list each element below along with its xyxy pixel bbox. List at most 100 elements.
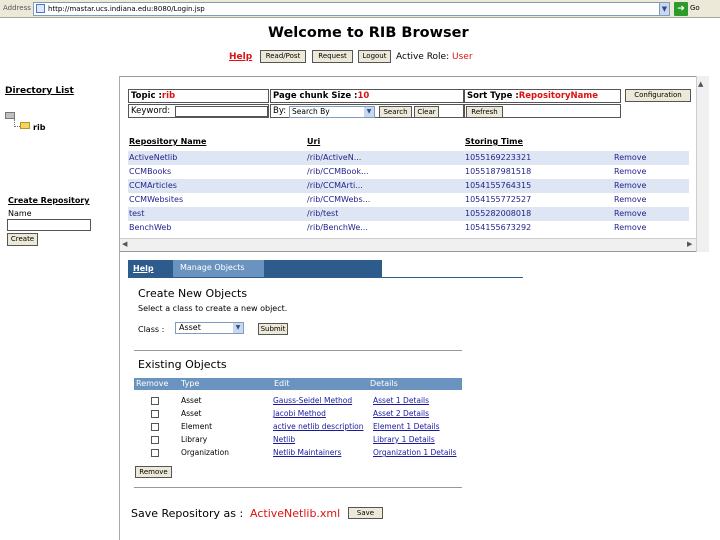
object-type: Asset	[181, 396, 202, 405]
configuration-button[interactable]: Configuration	[625, 89, 691, 102]
create-repository-title: Create Repository	[8, 196, 90, 205]
scroll-right-icon[interactable]: ▶	[687, 240, 692, 248]
object-row: Asset Gauss-Seidel Method Asset 1 Detail…	[134, 395, 462, 408]
chunk-size-cell: Page chunk Size :10	[270, 89, 464, 103]
header-details: Details	[370, 379, 398, 388]
header-storing-time[interactable]: Storing Time	[465, 137, 523, 150]
header-remove: Remove	[136, 379, 169, 388]
tab-help[interactable]: Help	[133, 264, 154, 273]
storing-time-cell: 1055187981518	[465, 167, 532, 176]
uri-cell: /rib/ActiveN...	[307, 153, 362, 162]
edit-link[interactable]: active netlib description	[273, 422, 364, 431]
keyword-input[interactable]	[175, 106, 268, 117]
topic-label: Topic :	[131, 91, 162, 101]
repository-name-link[interactable]: test	[129, 207, 144, 220]
page-title: Welcome to RIB Browser	[268, 25, 469, 41]
create-button[interactable]: Create	[7, 233, 38, 246]
pane-divider	[119, 76, 120, 540]
remove-checkbox[interactable]	[151, 423, 159, 431]
table-row: CCMWebsites /rib/CCMWebs... 105415577252…	[128, 193, 689, 207]
vertical-scrollbar[interactable]	[696, 76, 709, 252]
details-link[interactable]: Library 1 Details	[373, 435, 435, 444]
object-row: Asset Jacobi Method Asset 2 Details	[134, 408, 462, 421]
details-link[interactable]: Asset 1 Details	[373, 396, 429, 405]
save-button[interactable]: Save	[348, 507, 383, 519]
repository-name-input[interactable]	[7, 219, 91, 231]
storing-time-cell: 1054155764315	[465, 181, 532, 190]
remove-button[interactable]: Remove	[135, 466, 172, 478]
storing-time-cell: 1055282008018	[465, 209, 532, 218]
details-link[interactable]: Asset 2 Details	[373, 409, 429, 418]
keyword-label: Keyword:	[131, 106, 171, 116]
repository-name-link[interactable]: CCMArticles	[129, 179, 177, 192]
table-row: BenchWeb /rib/BenchWe... 1054155673292 R…	[128, 221, 689, 235]
details-link[interactable]: Organization 1 Details	[373, 448, 457, 457]
tab-manage-objects[interactable]: Manage Objects	[173, 260, 264, 277]
header-repository-name[interactable]: Repository Name	[129, 137, 206, 150]
repository-name-link[interactable]: BenchWeb	[129, 221, 171, 234]
help-link[interactable]: Help	[229, 52, 252, 62]
chevron-down-icon[interactable]: ▼	[364, 107, 374, 117]
table-row: test /rib/test 1055282008018 Remove	[128, 207, 689, 221]
uri-cell: /rib/CCMBook...	[307, 167, 369, 176]
tree-root-icon	[5, 112, 15, 119]
remove-checkbox[interactable]	[151, 449, 159, 457]
repository-name-link[interactable]: CCMWebsites	[129, 193, 183, 206]
remove-link[interactable]: Remove	[614, 193, 646, 206]
sort-type-cell: Sort Type :RepositoryName	[464, 89, 621, 103]
remove-checkbox[interactable]	[151, 397, 159, 405]
repository-name-link[interactable]: ActiveNetlib	[129, 151, 177, 164]
remove-link[interactable]: Remove	[614, 221, 646, 234]
go-button[interactable]: Go	[690, 4, 700, 12]
tree-item-rib[interactable]: rib	[33, 123, 45, 132]
table-row: ActiveNetlib /rib/ActiveN... 10551692233…	[128, 151, 689, 165]
divider	[134, 487, 462, 488]
refresh-button[interactable]: Refresh	[466, 106, 503, 118]
object-type: Element	[181, 422, 213, 431]
divider	[134, 350, 462, 351]
submit-button[interactable]: Submit	[258, 323, 288, 335]
scroll-left-icon[interactable]: ◀	[122, 240, 127, 248]
folder-icon[interactable]	[20, 122, 30, 129]
tab-underline	[128, 277, 523, 278]
directory-list-title[interactable]: Directory List	[5, 86, 74, 96]
scroll-up-icon[interactable]: ▲	[698, 80, 703, 88]
save-repository-label: Save Repository as :	[131, 507, 244, 520]
edit-link[interactable]: Netlib Maintainers	[273, 448, 341, 457]
read-post-button[interactable]: Read/Post	[260, 50, 306, 63]
repository-name-link[interactable]: CCMBooks	[129, 165, 171, 178]
chunk-size-value: 10	[357, 91, 370, 101]
remove-link[interactable]: Remove	[614, 207, 646, 220]
remove-checkbox[interactable]	[151, 436, 159, 444]
address-dropdown-icon[interactable]: ▼	[659, 2, 670, 16]
object-type: Library	[181, 435, 208, 444]
logout-button[interactable]: Logout	[358, 50, 391, 63]
header-uri[interactable]: Uri	[307, 137, 320, 150]
storing-time-cell: 1054155772527	[465, 195, 532, 204]
clear-button[interactable]: Clear	[414, 106, 439, 118]
address-input[interactable]: http://mastar.ucs.indiana.edu:8080/Login…	[33, 2, 670, 16]
edit-link[interactable]: Netlib	[273, 435, 295, 444]
request-button[interactable]: Request	[312, 50, 353, 63]
search-by-select[interactable]: Search By	[289, 106, 375, 118]
edit-link[interactable]: Gauss-Seidel Method	[273, 396, 352, 405]
chunk-size-label: Page chunk Size :	[273, 91, 358, 101]
go-arrow-icon[interactable]: ➜	[674, 2, 688, 16]
details-link[interactable]: Element 1 Details	[373, 422, 440, 431]
name-label: Name	[8, 209, 32, 218]
address-label: Address	[3, 4, 31, 12]
remove-link[interactable]: Remove	[614, 151, 646, 164]
remove-checkbox[interactable]	[151, 410, 159, 418]
existing-objects-title: Existing Objects	[138, 358, 227, 371]
search-button[interactable]: Search	[379, 106, 412, 118]
remove-link[interactable]: Remove	[614, 179, 646, 192]
active-role-value: User	[452, 52, 473, 62]
horizontal-scrollbar[interactable]	[120, 238, 696, 251]
table-row: CCMBooks /rib/CCMBook... 1055187981518 R…	[128, 165, 689, 179]
object-row: Library Netlib Library 1 Details	[134, 434, 462, 447]
uri-cell: /rib/CCMWebs...	[307, 195, 371, 204]
chevron-down-icon[interactable]: ▼	[233, 323, 243, 333]
edit-link[interactable]: Jacobi Method	[273, 409, 326, 418]
storing-time-cell: 1054155673292	[465, 223, 532, 232]
remove-link[interactable]: Remove	[614, 165, 646, 178]
